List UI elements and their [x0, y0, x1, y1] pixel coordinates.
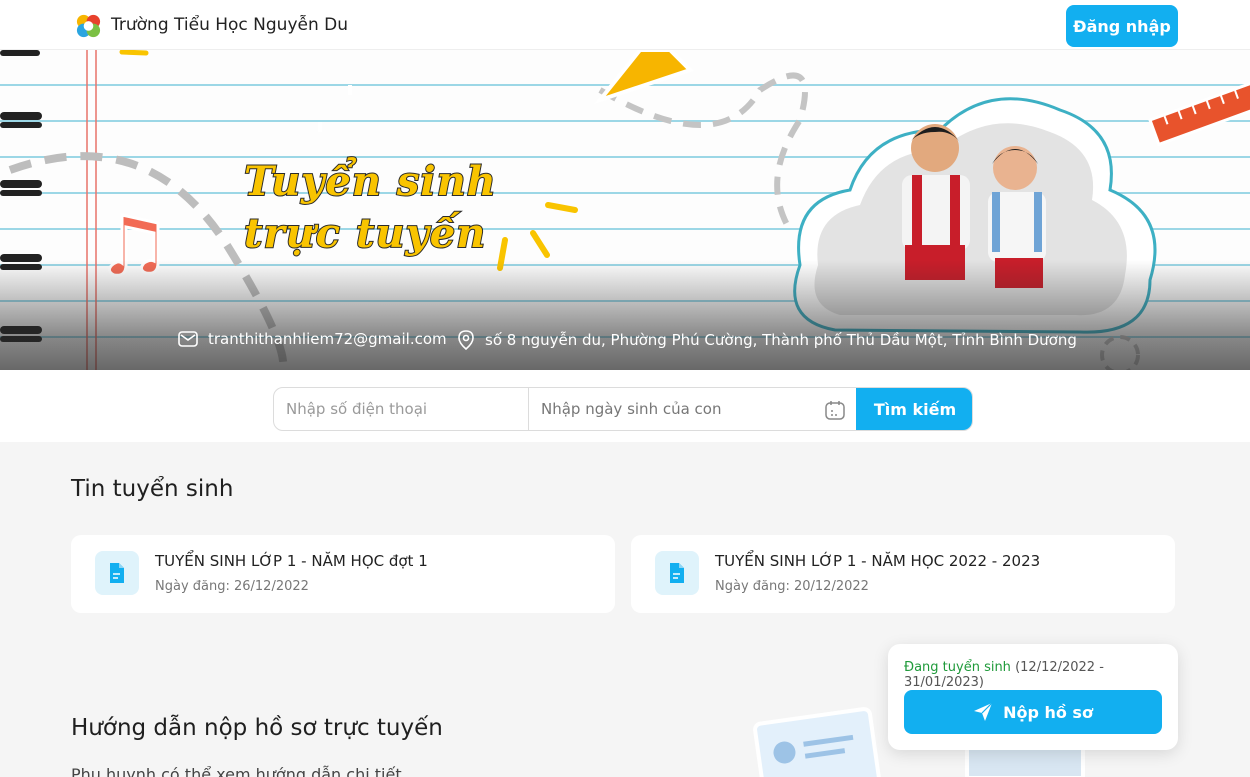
status-badge: Đang tuyển sinh	[904, 660, 1011, 675]
guide-subtitle: Phụ huynh có thể xem hướng dẫn chi tiết	[71, 765, 402, 777]
triangle-ruler-icon	[594, 50, 694, 105]
phone-input[interactable]	[274, 388, 529, 430]
email-text: tranthithanhliem72@gmail.com	[208, 330, 447, 348]
dob-input[interactable]	[529, 388, 824, 430]
document-icon	[95, 551, 139, 595]
hero-shade	[0, 260, 1250, 370]
header: Trường Tiểu Học Nguyễn Du Đăng nhập	[0, 0, 1250, 50]
calendar-icon[interactable]	[824, 399, 846, 421]
submit-application-button[interactable]: Nộp hồ sơ	[904, 690, 1162, 734]
school-name[interactable]: Trường Tiểu Học Nguyễn Du	[111, 15, 348, 35]
send-icon	[974, 702, 993, 721]
id-card-illustration	[752, 706, 882, 777]
location-pin-icon	[458, 330, 474, 350]
login-button[interactable]: Đăng nhập	[1066, 5, 1178, 47]
search-form: Tìm kiếm	[273, 387, 973, 431]
search-section: Tìm kiếm	[0, 370, 1250, 442]
enrollment-status: Đang tuyển sinh (12/12/2022 - 31/01/2023…	[904, 660, 1178, 690]
address-text: số 8 nguyễn du, Phường Phú Cường, Thành …	[485, 331, 1077, 349]
contact-address: số 8 nguyễn du, Phường Phú Cường, Thành …	[457, 330, 1077, 350]
mail-icon	[178, 331, 198, 347]
guide-section-title: Hướng dẫn nộp hồ sơ trực tuyến	[71, 715, 443, 741]
apply-panel: Đang tuyển sinh (12/12/2022 - 31/01/2023…	[888, 644, 1178, 750]
search-button[interactable]: Tìm kiếm	[856, 388, 972, 430]
hero-banner: Tuyển sinh trực tuyến tranthithanhliem72…	[0, 50, 1250, 370]
contact-email: tranthithanhliem72@gmail.com	[178, 330, 447, 348]
user-card-icon	[773, 734, 854, 764]
news-date: Ngày đăng: 20/12/2022	[715, 579, 869, 594]
news-title[interactable]: TUYỂN SINH LỚP 1 - NĂM HỌC 2022 - 2023	[715, 552, 1040, 570]
document-icon	[655, 551, 699, 595]
news-title[interactable]: TUYỂN SINH LỚP 1 - NĂM HỌC đợt 1	[155, 552, 428, 570]
news-date: Ngày đăng: 26/12/2022	[155, 579, 309, 594]
news-card[interactable]: TUYỂN SINH LỚP 1 - NĂM HỌC 2022 - 2023 N…	[631, 535, 1175, 613]
submit-application-label: Nộp hồ sơ	[1003, 702, 1093, 722]
hero-title-line1: Tuyển sinh	[243, 157, 497, 206]
hero-title-line2: trực tuyến	[243, 209, 487, 258]
news-card[interactable]: TUYỂN SINH LỚP 1 - NĂM HỌC đợt 1 Ngày đă…	[71, 535, 615, 613]
news-section-title: Tin tuyển sinh	[71, 476, 234, 502]
school-logo-icon[interactable]	[75, 12, 102, 39]
ruler-icon	[1148, 80, 1250, 147]
